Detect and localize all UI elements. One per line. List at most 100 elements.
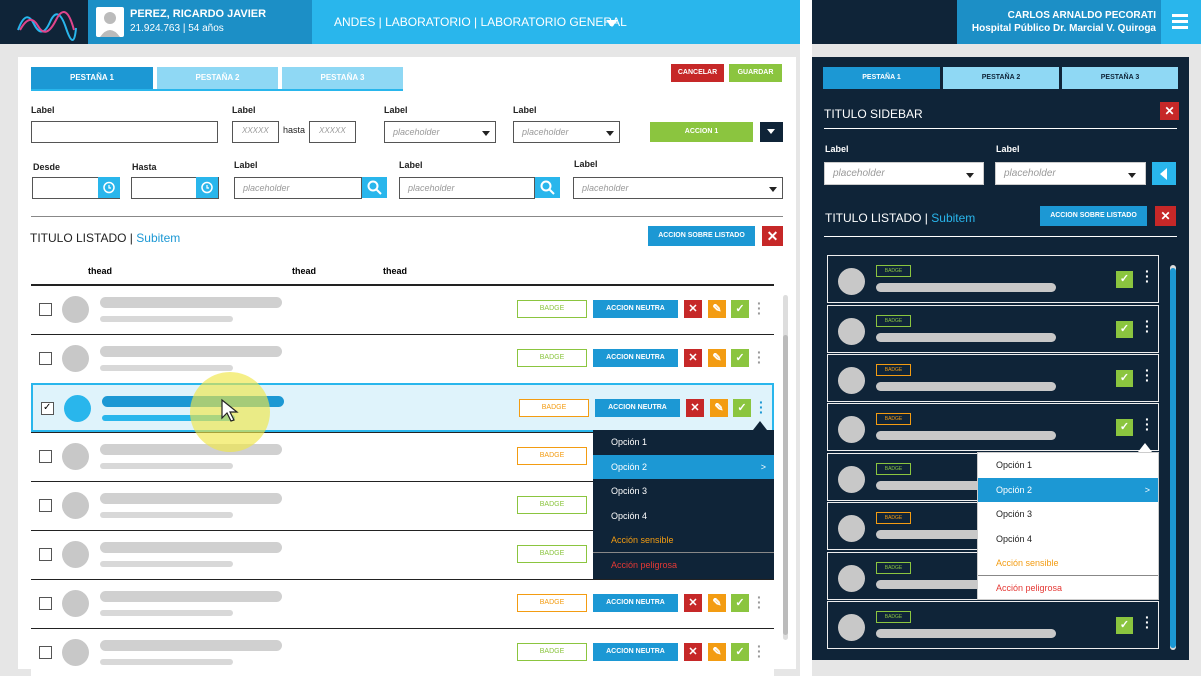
search-input[interactable]: placeholder bbox=[399, 177, 535, 199]
range-from-input[interactable]: XXXXX bbox=[232, 121, 279, 143]
more-options-icon[interactable]: · · · bbox=[757, 639, 762, 663]
accion-dropdown-button[interactable] bbox=[760, 122, 783, 142]
table-row[interactable]: BADGE ACCION NEUTRA ✕ ✎ ✓ · · · bbox=[31, 579, 774, 628]
menu-item[interactable]: Opción 4 bbox=[593, 504, 774, 528]
row-checkbox[interactable] bbox=[39, 646, 52, 659]
search-icon[interactable] bbox=[535, 177, 560, 198]
check-icon[interactable]: ✓ bbox=[1116, 321, 1133, 338]
tab-2[interactable]: PESTAÑA 2 bbox=[157, 67, 278, 89]
sidebar-tab-3[interactable]: PESTAÑA 3 bbox=[1062, 67, 1178, 89]
table-row[interactable]: BADGE ACCION NEUTRA ✕ ✎ ✓ · · · bbox=[31, 285, 774, 334]
sidebar-select[interactable]: placeholder bbox=[824, 162, 984, 185]
row-checkbox[interactable]: ✓ bbox=[41, 402, 54, 415]
breadcrumb-dropdown-icon[interactable] bbox=[606, 20, 618, 27]
check-icon[interactable]: ✓ bbox=[1116, 617, 1133, 634]
table-row[interactable]: BADGE ACCION NEUTRA ✕ ✎ ✓ · · · bbox=[31, 628, 774, 677]
accion-1-button[interactable]: ACCION 1 bbox=[650, 122, 753, 142]
check-icon[interactable]: ✓ bbox=[731, 594, 749, 612]
menu-item-sensible[interactable]: Acción sensible bbox=[978, 551, 1158, 575]
select-input[interactable]: placeholder bbox=[384, 121, 496, 143]
row-checkbox[interactable] bbox=[39, 450, 52, 463]
table-header[interactable]: thead bbox=[292, 266, 316, 276]
check-icon[interactable]: ✓ bbox=[1116, 370, 1133, 387]
edit-pencil-icon[interactable]: ✎ bbox=[708, 300, 726, 318]
accion-neutra-button[interactable]: ACCION NEUTRA bbox=[593, 300, 678, 318]
sidebar-list-item[interactable]: BADGE ✓ · · · bbox=[827, 255, 1159, 303]
row-checkbox[interactable] bbox=[39, 597, 52, 610]
breadcrumb[interactable]: ANDES | LABORATORIO | LABORATORIO GENERA… bbox=[334, 15, 627, 29]
sidebar-list-item[interactable]: BADGE ✓ · · · bbox=[827, 305, 1159, 353]
text-input[interactable] bbox=[31, 121, 218, 143]
delete-icon[interactable]: ✕ bbox=[684, 300, 702, 318]
menu-item[interactable]: Opción 3 bbox=[978, 502, 1158, 526]
menu-item[interactable]: Opción 4 bbox=[978, 527, 1158, 551]
more-options-icon[interactable]: · · · bbox=[757, 296, 762, 320]
clock-icon[interactable] bbox=[196, 177, 218, 198]
clock-icon[interactable] bbox=[98, 177, 120, 198]
range-to-input[interactable]: XXXXX bbox=[309, 121, 356, 143]
hamburger-menu-icon[interactable] bbox=[1172, 14, 1188, 29]
edit-pencil-icon[interactable]: ✎ bbox=[708, 643, 726, 661]
check-icon[interactable]: ✓ bbox=[733, 399, 751, 417]
edit-pencil-icon[interactable]: ✎ bbox=[708, 594, 726, 612]
edit-pencil-icon[interactable]: ✎ bbox=[708, 349, 726, 367]
sidebar-tab-1[interactable]: PESTAÑA 1 bbox=[823, 67, 940, 89]
check-icon[interactable]: ✓ bbox=[1116, 271, 1133, 288]
logo[interactable] bbox=[0, 0, 88, 44]
close-icon[interactable]: ✕ bbox=[1155, 206, 1176, 226]
table-header[interactable]: thead bbox=[383, 266, 407, 276]
select-input[interactable]: placeholder bbox=[513, 121, 620, 143]
menu-item[interactable]: Opción 1 bbox=[978, 453, 1158, 477]
row-checkbox[interactable] bbox=[39, 499, 52, 512]
more-options-icon[interactable]: · · · bbox=[757, 345, 762, 369]
more-options-icon[interactable]: · · · bbox=[1145, 363, 1150, 387]
select-input[interactable]: placeholder bbox=[573, 177, 783, 199]
sidebar-list-item[interactable]: BADGE ✓ · · · bbox=[827, 354, 1159, 402]
check-icon[interactable]: ✓ bbox=[731, 349, 749, 367]
sidebar-accion-listado-button[interactable]: ACCION SOBRE LISTADO bbox=[1040, 206, 1147, 226]
sidebar-list-item[interactable]: BADGE ✓ · · · bbox=[827, 601, 1159, 649]
list-scrollbar[interactable] bbox=[783, 295, 788, 640]
tab-1[interactable]: PESTAÑA 1 bbox=[31, 67, 153, 89]
more-options-icon[interactable]: · · · bbox=[1145, 314, 1150, 338]
tab-3[interactable]: PESTAÑA 3 bbox=[282, 67, 403, 89]
cancel-button[interactable]: CANCELAR bbox=[671, 64, 724, 82]
delete-icon[interactable]: ✕ bbox=[684, 349, 702, 367]
delete-icon[interactable]: ✕ bbox=[684, 643, 702, 661]
edit-pencil-icon[interactable]: ✎ bbox=[710, 399, 728, 417]
delete-icon[interactable]: ✕ bbox=[686, 399, 704, 417]
search-input[interactable]: placeholder bbox=[234, 177, 362, 199]
save-button[interactable]: GUARDAR bbox=[729, 64, 782, 82]
close-icon[interactable]: ✕ bbox=[762, 226, 783, 246]
menu-item[interactable]: Opción 1 bbox=[593, 430, 774, 454]
chevron-left-icon[interactable] bbox=[1152, 162, 1176, 185]
delete-icon[interactable]: ✕ bbox=[684, 594, 702, 612]
check-icon[interactable]: ✓ bbox=[731, 300, 749, 318]
accion-neutra-button[interactable]: ACCION NEUTRA bbox=[593, 349, 678, 367]
check-icon[interactable]: ✓ bbox=[731, 643, 749, 661]
menu-item[interactable]: Opción 3 bbox=[593, 479, 774, 503]
accion-neutra-button[interactable]: ACCION NEUTRA bbox=[593, 594, 678, 612]
sidebar-select[interactable]: placeholder bbox=[995, 162, 1146, 185]
menu-item-sensible[interactable]: Acción sensible bbox=[593, 528, 774, 552]
menu-item-active[interactable]: Opción 2 > bbox=[593, 455, 774, 479]
more-options-icon[interactable]: · · · bbox=[1145, 264, 1150, 288]
sidebar-tab-2[interactable]: PESTAÑA 2 bbox=[943, 67, 1059, 89]
more-options-icon[interactable]: · · · bbox=[757, 590, 762, 614]
menu-item-peligrosa[interactable]: Acción peligrosa bbox=[593, 553, 774, 577]
menu-item-active[interactable]: Opción 2 > bbox=[978, 478, 1158, 502]
accion-listado-button[interactable]: ACCION SOBRE LISTADO bbox=[648, 226, 755, 246]
table-header[interactable]: thead bbox=[88, 266, 112, 276]
menu-item-peligrosa[interactable]: Acción peligrosa bbox=[978, 576, 1158, 600]
accion-neutra-button[interactable]: ACCION NEUTRA bbox=[593, 643, 678, 661]
accion-neutra-button[interactable]: ACCION NEUTRA bbox=[595, 399, 680, 417]
row-checkbox[interactable] bbox=[39, 352, 52, 365]
sidebar-list-item[interactable]: BADGE ✓ · · · bbox=[827, 403, 1159, 451]
table-row[interactable]: ✓ BADGE ACCION NEUTRA ✕ ✎ ✓ · · · bbox=[31, 383, 774, 432]
sidebar-scrollbar[interactable] bbox=[1170, 265, 1176, 650]
table-row[interactable]: BADGE ACCION NEUTRA ✕ ✎ ✓ · · · bbox=[31, 334, 774, 383]
search-icon[interactable] bbox=[362, 177, 387, 198]
more-options-icon[interactable]: · · · bbox=[759, 395, 764, 419]
more-options-icon[interactable]: · · · bbox=[1145, 412, 1150, 436]
close-icon[interactable]: ✕ bbox=[1160, 102, 1179, 120]
